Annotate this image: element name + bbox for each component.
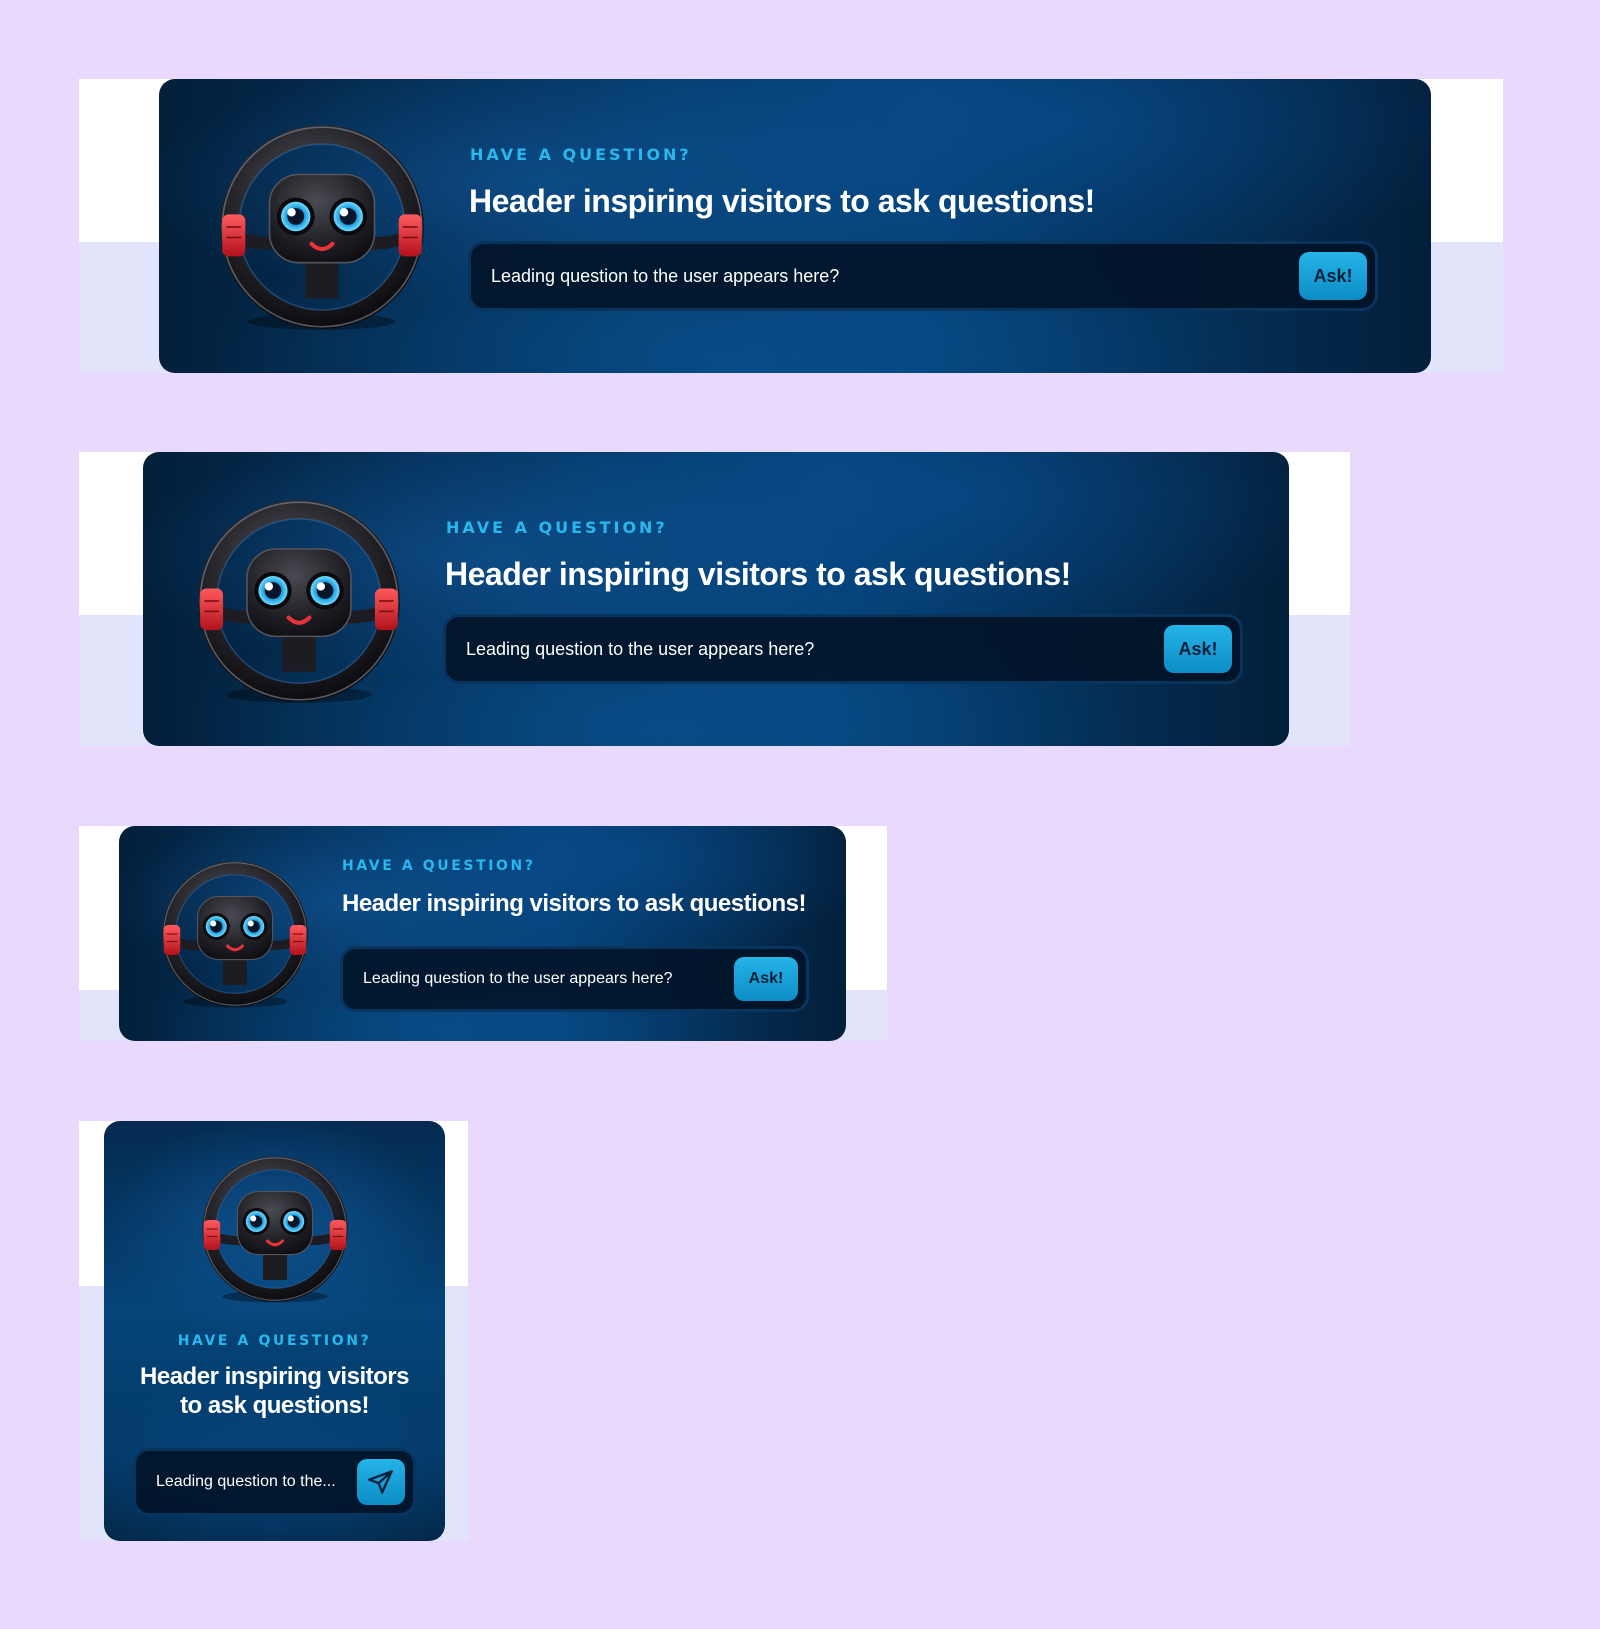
ask-widget-card: HAVE A QUESTION? Header inspiring visito… [159, 79, 1431, 373]
steering-wheel-mascot-icon [214, 122, 430, 332]
paper-plane-send-icon [367, 1468, 395, 1496]
question-input-text[interactable]: Leading question to the user appears her… [363, 949, 716, 1009]
steering-wheel-mascot-icon [193, 497, 405, 705]
ask-button[interactable]: Ask! [1299, 252, 1367, 300]
question-input-text[interactable]: Leading question to the... [156, 1451, 343, 1513]
widget-headline: Header inspiring visitors to ask questio… [342, 890, 806, 917]
widget-frame-medium: HAVE A QUESTION? Header inspiring visito… [79, 452, 1350, 746]
eyebrow-label: HAVE A QUESTION? [342, 858, 536, 874]
question-input-box[interactable]: Leading question to the user appears her… [443, 614, 1243, 684]
question-input-box[interactable]: Leading question to the user appears her… [340, 946, 809, 1012]
eyebrow-label: HAVE A QUESTION? [177, 1333, 372, 1349]
ask-button[interactable]: Ask! [1164, 625, 1232, 673]
eyebrow-label: HAVE A QUESTION? [446, 518, 668, 537]
question-input-box[interactable]: Leading question to the user appears her… [468, 241, 1378, 311]
widget-frame-compact: HAVE A QUESTION? Header inspiring visito… [79, 826, 887, 1041]
eyebrow-label: HAVE A QUESTION? [470, 145, 692, 164]
widget-headline: Header inspiring visitors to ask questio… [469, 183, 1095, 219]
widget-headline-line-2: to ask questions! [180, 1392, 369, 1419]
canvas: { "colors": { "page_background": "#e9d9f… [0, 0, 1600, 1629]
steering-wheel-mascot-icon [199, 1154, 351, 1304]
steering-wheel-mascot-icon [159, 859, 311, 1009]
ask-widget-card: HAVE A QUESTION? Header inspiring visito… [143, 452, 1289, 746]
send-button[interactable] [357, 1459, 405, 1505]
ask-widget-card: HAVE A QUESTION? Header inspiring visito… [104, 1121, 445, 1541]
widget-headline-line-1: Header inspiring visitors [140, 1363, 409, 1390]
widget-headline: Header inspiring visitors to ask questio… [445, 556, 1071, 592]
ask-button[interactable]: Ask! [734, 957, 798, 1001]
widget-frame-mobile: HAVE A QUESTION? Header inspiring visito… [79, 1121, 468, 1541]
ask-widget-card: HAVE A QUESTION? Header inspiring visito… [119, 826, 846, 1041]
widget-frame-wide: HAVE A QUESTION? Header inspiring visito… [79, 79, 1503, 373]
question-input-text[interactable]: Leading question to the user appears her… [466, 617, 1140, 681]
question-input-text[interactable]: Leading question to the user appears her… [491, 244, 1275, 308]
question-input-box[interactable]: Leading question to the... [133, 1448, 416, 1516]
